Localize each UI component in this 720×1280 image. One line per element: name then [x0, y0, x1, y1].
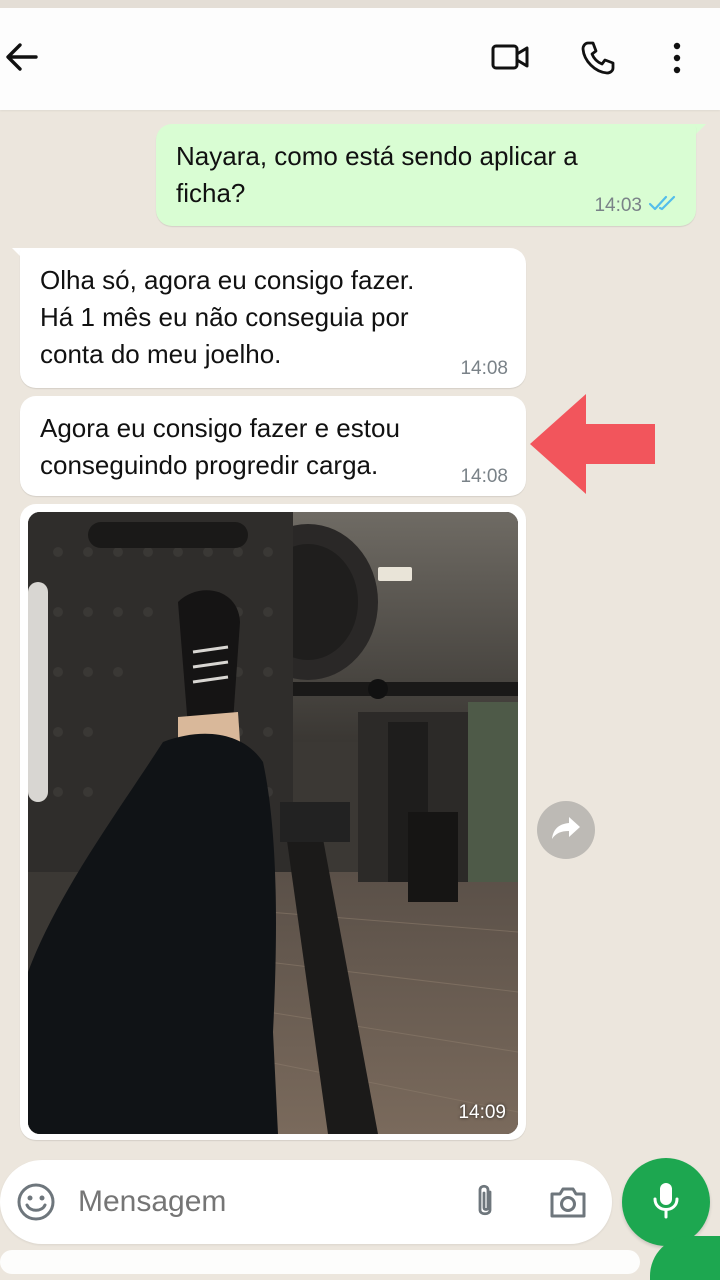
annotation-arrow [530, 394, 655, 494]
chat-header [0, 8, 720, 110]
message-text-line: Olha só, agora eu consigo fazer. [40, 265, 415, 295]
message-composer [0, 1160, 612, 1244]
read-ticks-icon [648, 194, 678, 218]
camera-icon[interactable] [548, 1184, 588, 1220]
message-time: 14:08 [460, 466, 508, 487]
message-meta: 14:08 [460, 358, 508, 380]
more-vertical-icon[interactable] [664, 40, 690, 76]
message-time: 14:03 [594, 195, 642, 216]
message-time: 14:09 [458, 1102, 506, 1123]
gym-photo[interactable]: 14:09 [28, 512, 518, 1134]
message-text-line: Há 1 mês eu não conseguia por [40, 302, 409, 332]
message-input[interactable] [78, 1178, 438, 1226]
message-text-line: conta do meu joelho. [40, 339, 282, 369]
microphone-icon [649, 1180, 683, 1225]
phone-icon[interactable] [580, 40, 616, 76]
video-call-icon[interactable] [490, 41, 530, 73]
message-text-line: Agora eu consigo fazer e estou [40, 413, 400, 443]
paperclip-icon[interactable] [468, 1182, 502, 1222]
microphone-button[interactable] [622, 1158, 710, 1246]
message-text-line: Nayara, como está sendo aplicar a [176, 141, 578, 171]
message-incoming[interactable]: Agora eu consigo fazer e estou conseguin… [20, 396, 526, 496]
arrow-left-icon[interactable] [4, 39, 40, 75]
status-bar [0, 0, 720, 8]
forward-button[interactable] [537, 801, 595, 859]
message-outgoing[interactable]: Nayara, como está sendo aplicar a ficha?… [156, 124, 696, 226]
bottom-edge [0, 1250, 640, 1274]
message-meta: 14:08 [460, 466, 508, 488]
emoji-icon[interactable] [16, 1182, 56, 1222]
forward-icon [549, 814, 583, 847]
message-text-line: conseguindo progredir carga. [40, 450, 379, 480]
message-time: 14:08 [460, 358, 508, 379]
message-image[interactable]: 14:09 [20, 504, 526, 1140]
message-meta: 14:03 [594, 194, 678, 218]
message-incoming[interactable]: Olha só, agora eu consigo fazer. Há 1 mê… [20, 248, 526, 388]
